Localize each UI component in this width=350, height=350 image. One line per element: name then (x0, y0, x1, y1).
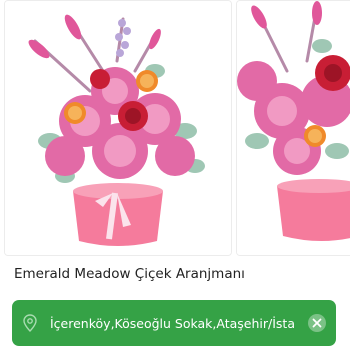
product-image-gallery[interactable] (0, 0, 350, 258)
delivery-address: İçerenköy,Köseoğlu Sokak,Ataşehir/İstanb… (50, 315, 296, 331)
close-icon (312, 318, 322, 328)
close-button[interactable] (308, 314, 326, 332)
product-image-2[interactable] (236, 0, 350, 256)
flower-arrangement-image (5, 1, 231, 255)
product-title: Emerald Meadow Çiçek Aranjmanı (14, 266, 245, 282)
location-pin-icon (23, 314, 37, 332)
product-image-1[interactable] (4, 0, 232, 256)
flower-arrangement-image-alt (237, 1, 350, 255)
delivery-location-bar[interactable]: İçerenköy,Köseoğlu Sokak,Ataşehir/İstanb… (12, 300, 336, 346)
